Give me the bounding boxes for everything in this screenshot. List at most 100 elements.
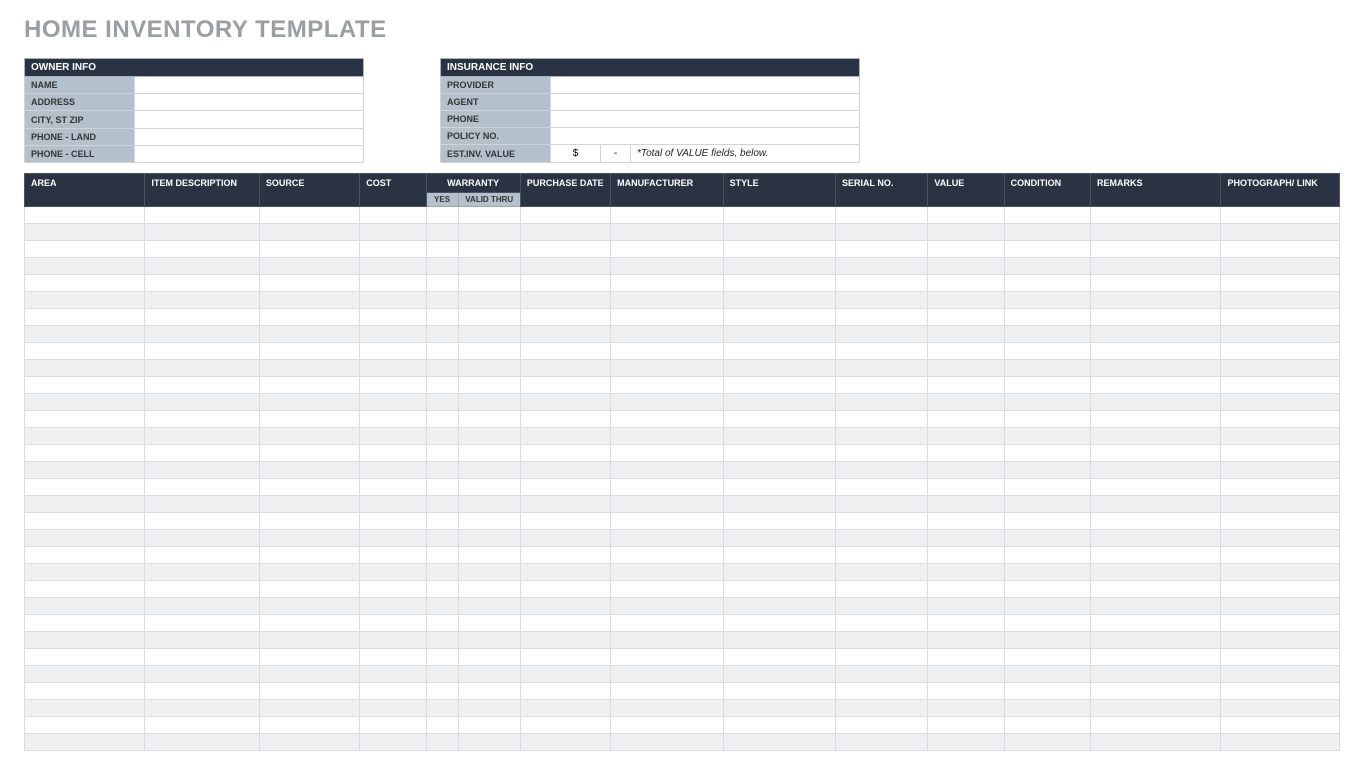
table-cell[interactable] (259, 479, 359, 496)
table-cell[interactable] (259, 581, 359, 598)
table-cell[interactable] (723, 513, 835, 530)
table-cell[interactable] (836, 564, 928, 581)
table-cell[interactable] (1090, 462, 1220, 479)
table-cell[interactable] (723, 666, 835, 683)
table-cell[interactable] (611, 360, 723, 377)
table-cell[interactable] (25, 513, 145, 530)
table-cell[interactable] (836, 734, 928, 751)
table-cell[interactable] (426, 462, 458, 479)
table-cell[interactable] (836, 547, 928, 564)
table-cell[interactable] (145, 479, 259, 496)
table-cell[interactable] (360, 343, 426, 360)
table-cell[interactable] (723, 445, 835, 462)
table-cell[interactable] (928, 598, 1004, 615)
owner-name-value[interactable] (135, 77, 364, 94)
table-cell[interactable] (145, 598, 259, 615)
table-cell[interactable] (426, 292, 458, 309)
table-cell[interactable] (611, 564, 723, 581)
table-cell[interactable] (426, 666, 458, 683)
table-cell[interactable] (145, 581, 259, 598)
table-cell[interactable] (259, 632, 359, 649)
table-cell[interactable] (928, 496, 1004, 513)
table-cell[interactable] (836, 326, 928, 343)
table-cell[interactable] (360, 428, 426, 445)
table-cell[interactable] (928, 615, 1004, 632)
table-cell[interactable] (1090, 649, 1220, 666)
table-cell[interactable] (520, 649, 610, 666)
table-cell[interactable] (1221, 445, 1340, 462)
table-cell[interactable] (259, 564, 359, 581)
owner-phone-cell-value[interactable] (135, 145, 364, 162)
table-cell[interactable] (458, 343, 520, 360)
table-cell[interactable] (723, 292, 835, 309)
table-cell[interactable] (723, 224, 835, 241)
table-cell[interactable] (458, 360, 520, 377)
table-cell[interactable] (426, 683, 458, 700)
table-cell[interactable] (1090, 445, 1220, 462)
table-cell[interactable] (520, 513, 610, 530)
table-cell[interactable] (836, 581, 928, 598)
table-cell[interactable] (611, 411, 723, 428)
table-cell[interactable] (1090, 479, 1220, 496)
table-cell[interactable] (25, 666, 145, 683)
table-cell[interactable] (1090, 666, 1220, 683)
table-cell[interactable] (458, 496, 520, 513)
table-cell[interactable] (928, 513, 1004, 530)
table-cell[interactable] (836, 360, 928, 377)
table-cell[interactable] (1004, 428, 1090, 445)
table-cell[interactable] (426, 411, 458, 428)
table-cell[interactable] (928, 700, 1004, 717)
table-cell[interactable] (611, 547, 723, 564)
table-cell[interactable] (1221, 496, 1340, 513)
table-cell[interactable] (928, 394, 1004, 411)
table-cell[interactable] (426, 241, 458, 258)
table-cell[interactable] (1090, 411, 1220, 428)
table-cell[interactable] (1221, 649, 1340, 666)
table-cell[interactable] (259, 496, 359, 513)
table-cell[interactable] (25, 258, 145, 275)
table-cell[interactable] (520, 717, 610, 734)
table-cell[interactable] (1221, 241, 1340, 258)
table-cell[interactable] (928, 309, 1004, 326)
table-cell[interactable] (360, 411, 426, 428)
table-cell[interactable] (1221, 275, 1340, 292)
table-cell[interactable] (360, 377, 426, 394)
table-cell[interactable] (426, 598, 458, 615)
table-cell[interactable] (25, 445, 145, 462)
table-cell[interactable] (1221, 734, 1340, 751)
table-cell[interactable] (458, 411, 520, 428)
table-cell[interactable] (836, 598, 928, 615)
table-cell[interactable] (1221, 666, 1340, 683)
table-cell[interactable] (836, 411, 928, 428)
table-cell[interactable] (723, 207, 835, 224)
table-cell[interactable] (520, 377, 610, 394)
table-cell[interactable] (928, 734, 1004, 751)
table-cell[interactable] (360, 581, 426, 598)
table-cell[interactable] (426, 224, 458, 241)
table-cell[interactable] (611, 496, 723, 513)
table-cell[interactable] (259, 666, 359, 683)
table-cell[interactable] (25, 632, 145, 649)
table-cell[interactable] (458, 530, 520, 547)
table-cell[interactable] (836, 258, 928, 275)
table-cell[interactable] (1090, 224, 1220, 241)
table-cell[interactable] (1221, 292, 1340, 309)
table-cell[interactable] (723, 581, 835, 598)
table-cell[interactable] (145, 734, 259, 751)
table-cell[interactable] (458, 326, 520, 343)
table-cell[interactable] (259, 615, 359, 632)
table-cell[interactable] (928, 360, 1004, 377)
table-cell[interactable] (458, 632, 520, 649)
table-cell[interactable] (426, 479, 458, 496)
table-cell[interactable] (928, 683, 1004, 700)
table-cell[interactable] (259, 530, 359, 547)
table-cell[interactable] (928, 241, 1004, 258)
table-cell[interactable] (360, 666, 426, 683)
table-cell[interactable] (723, 615, 835, 632)
table-cell[interactable] (259, 343, 359, 360)
table-cell[interactable] (1004, 734, 1090, 751)
table-cell[interactable] (1090, 530, 1220, 547)
table-cell[interactable] (611, 615, 723, 632)
table-cell[interactable] (723, 411, 835, 428)
table-cell[interactable] (928, 717, 1004, 734)
